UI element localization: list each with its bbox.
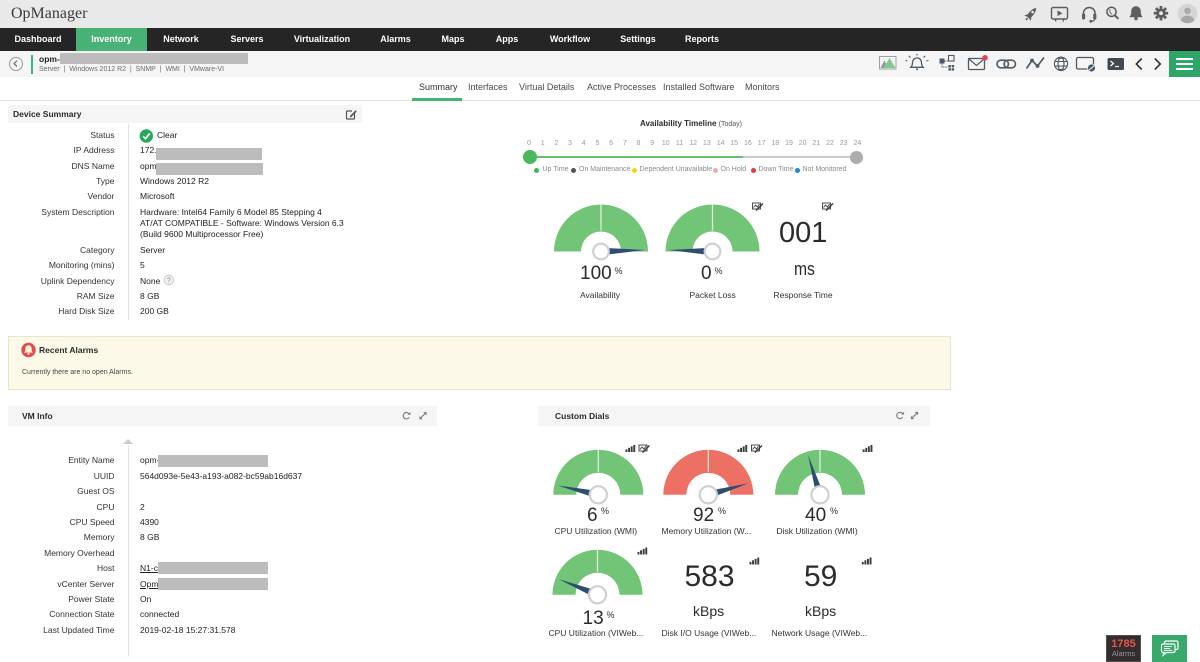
svg-text:?: ? xyxy=(167,278,171,285)
